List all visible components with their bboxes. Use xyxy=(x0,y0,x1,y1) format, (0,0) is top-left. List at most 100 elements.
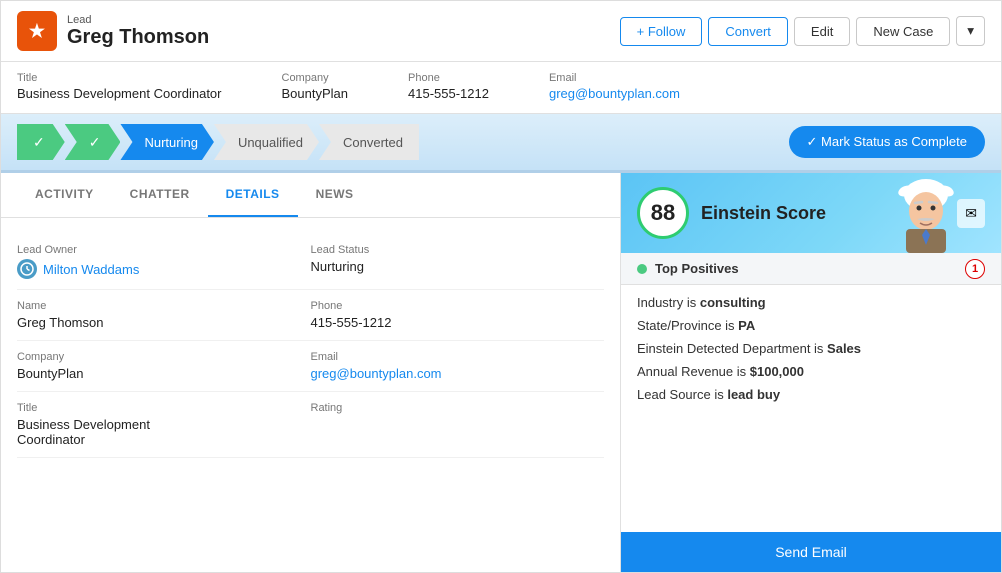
title-field-value: Business DevelopmentCoordinator ✏ xyxy=(17,417,295,447)
einstein-score-circle: 88 xyxy=(637,187,689,239)
left-panel: ACTIVITY CHATTER DETAILS NEWS Lead Owner xyxy=(1,173,621,572)
field-lead-owner: Lead Owner Milton Waddams ✏ xyxy=(17,234,311,290)
step-2[interactable]: ✓ xyxy=(65,124,121,160)
record-type-label: Lead xyxy=(67,14,209,26)
positive-5-bold: lead buy xyxy=(727,387,780,402)
positive-item-5: Lead Source is lead buy xyxy=(637,387,985,402)
company-field-label: Company xyxy=(17,351,295,363)
step-nurturing-label: Nurturing xyxy=(144,135,197,150)
email-value[interactable]: greg@bountyplan.com xyxy=(549,86,680,101)
einstein-score: 88 xyxy=(651,200,675,226)
positive-item-3: Einstein Detected Department is Sales xyxy=(637,341,985,356)
positive-3-before: Einstein Detected Department is xyxy=(637,341,827,356)
field-phone: Phone 415-555-1212 ✏ xyxy=(311,290,605,341)
step-unqualified-label: Unqualified xyxy=(238,135,303,150)
checkmark-1: ✓ xyxy=(33,134,45,151)
field-rating: Rating ✏ xyxy=(311,392,605,458)
dropdown-button[interactable]: ▾ xyxy=(956,16,985,46)
step-nurturing[interactable]: Nurturing xyxy=(120,124,213,160)
badge-count: 1 xyxy=(965,259,985,279)
phone-field-text: 415-555-1212 xyxy=(311,315,392,330)
top-positives-header: Top Positives 1 xyxy=(621,253,1001,285)
owner-avatar xyxy=(17,259,37,279)
name-label: Name xyxy=(17,300,295,312)
einstein-avatar xyxy=(891,173,961,253)
lead-status-text: Nurturing xyxy=(311,259,364,274)
step-converted-label: Converted xyxy=(343,135,403,150)
lead-status-label: Lead Status xyxy=(311,244,589,256)
positive-2-bold: PA xyxy=(738,318,755,333)
positive-5-before: Lead Source is xyxy=(637,387,727,402)
lead-icon-star: ★ xyxy=(29,21,45,42)
phone-field-value: 415-555-1212 ✏ xyxy=(311,315,589,330)
field-title: Title Business DevelopmentCoordinator ✏ xyxy=(17,392,311,458)
tab-news[interactable]: NEWS xyxy=(298,173,372,217)
title-field-text: Business DevelopmentCoordinator xyxy=(17,417,150,447)
positive-item-4: Annual Revenue is $100,000 xyxy=(637,364,985,379)
positive-dot xyxy=(637,264,647,274)
company-value: BountyPlan xyxy=(282,86,349,101)
step-unqualified[interactable]: Unqualified xyxy=(214,124,319,160)
top-positives-label: Top Positives xyxy=(655,261,739,276)
tabs: ACTIVITY CHATTER DETAILS NEWS xyxy=(1,173,620,218)
info-email: Email greg@bountyplan.com xyxy=(549,72,680,101)
positive-4-bold: $100,000 xyxy=(750,364,804,379)
positive-item-1: Industry is consulting xyxy=(637,295,985,310)
checkmark-2: ✓ xyxy=(89,134,101,151)
convert-button[interactable]: Convert xyxy=(708,17,788,46)
rating-label: Rating xyxy=(311,402,589,414)
name-value: Greg Thomson ✏ xyxy=(17,315,295,330)
phone-label: Phone xyxy=(408,72,489,84)
edit-button[interactable]: Edit xyxy=(794,17,850,46)
info-title: Title Business Development Coordinator xyxy=(17,72,222,101)
new-case-button[interactable]: New Case xyxy=(856,17,950,46)
tab-chatter[interactable]: CHATTER xyxy=(112,173,208,217)
header-actions: + Follow Convert Edit New Case ▾ xyxy=(620,16,985,46)
phone-field-label: Phone xyxy=(311,300,589,312)
lead-owner-name[interactable]: Milton Waddams xyxy=(43,262,139,277)
email-field-value: greg@bountyplan.com ✏ xyxy=(311,366,589,381)
field-lead-status: Lead Status Nurturing ✏ xyxy=(311,234,605,290)
positive-3-bold: Sales xyxy=(827,341,861,356)
title-field-label: Title xyxy=(17,402,295,414)
send-email-button[interactable]: Send Email xyxy=(621,532,1001,572)
phone-value: 415-555-1212 xyxy=(408,86,489,101)
title-label: Title xyxy=(17,72,222,84)
info-bar: Title Business Development Coordinator C… xyxy=(1,62,1001,114)
right-panel: 88 Einstein Score xyxy=(621,173,1001,572)
clock-icon xyxy=(20,262,34,276)
positive-2-before: State/Province is xyxy=(637,318,738,333)
email-field-label: Email xyxy=(311,351,589,363)
record-name: Greg Thomson xyxy=(67,26,209,49)
info-phone: Phone 415-555-1212 xyxy=(408,72,489,101)
mark-complete-button[interactable]: ✓ Mark Status as Complete xyxy=(789,126,985,158)
einstein-mail-button[interactable]: ✉ xyxy=(957,199,985,228)
follow-button[interactable]: + Follow xyxy=(620,17,703,46)
name-text: Greg Thomson xyxy=(17,315,103,330)
positive-1-before: Industry is xyxy=(637,295,700,310)
lead-status-value: Nurturing ✏ xyxy=(311,259,589,274)
details-grid: Lead Owner Milton Waddams ✏ xyxy=(1,218,620,474)
body: ACTIVITY CHATTER DETAILS NEWS Lead Owner xyxy=(1,173,1001,572)
step-converted[interactable]: Converted xyxy=(319,124,419,160)
field-name: Name Greg Thomson ✏ xyxy=(17,290,311,341)
status-bar: ✓ ✓ Nurturing Unqualified Converted ✓ Ma… xyxy=(1,114,1001,173)
tab-details[interactable]: DETAILS xyxy=(208,173,298,217)
field-email: Email greg@bountyplan.com ✏ xyxy=(311,341,605,392)
einstein-header: 88 Einstein Score xyxy=(621,173,1001,253)
header-title-block: Lead Greg Thomson xyxy=(67,14,209,49)
lead-icon: ★ xyxy=(17,11,57,51)
tab-activity[interactable]: ACTIVITY xyxy=(17,173,112,217)
field-company: Company BountyPlan ✏ xyxy=(17,341,311,392)
email-field-text[interactable]: greg@bountyplan.com xyxy=(311,366,442,381)
lead-owner-label: Lead Owner xyxy=(17,244,295,256)
step-1[interactable]: ✓ xyxy=(17,124,65,160)
status-steps: ✓ ✓ Nurturing Unqualified Converted xyxy=(17,124,773,160)
main-container: ★ Lead Greg Thomson + Follow Convert Edi… xyxy=(0,0,1002,573)
company-field-text: BountyPlan xyxy=(17,366,84,381)
email-label: Email xyxy=(549,72,680,84)
positive-4-before: Annual Revenue is xyxy=(637,364,750,379)
header: ★ Lead Greg Thomson + Follow Convert Edi… xyxy=(1,1,1001,62)
einstein-avatar-svg xyxy=(891,173,961,253)
lead-owner-value: Milton Waddams ✏ xyxy=(17,259,295,279)
